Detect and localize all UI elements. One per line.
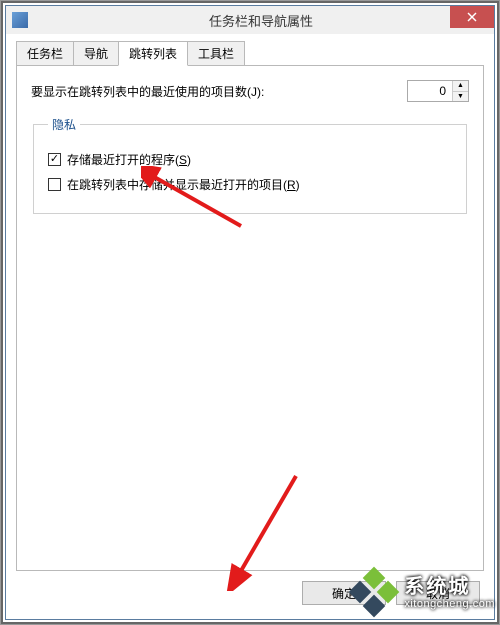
- tab-toolbars[interactable]: 工具栏: [187, 41, 245, 66]
- cancel-button[interactable]: 取消: [396, 581, 480, 605]
- dialog-window: 任务栏和导航属性 任务栏 导航 跳转列表 工具栏 要显示在跳转列表中的最近使用的…: [5, 5, 495, 620]
- store-recent-programs-checkbox[interactable]: ✓: [48, 153, 61, 166]
- tab-panel-jumplist: 要显示在跳转列表中的最近使用的项目数(J): ▲ ▼ 隐私 ✓: [16, 66, 484, 571]
- tab-navigation[interactable]: 导航: [73, 41, 119, 66]
- dialog-buttons: 确定 取消: [16, 571, 484, 609]
- store-recent-programs-label: 存储最近打开的程序(S): [67, 151, 191, 168]
- jumplist-count-label: 要显示在跳转列表中的最近使用的项目数(J):: [31, 83, 264, 100]
- store-recent-items-label: 在跳转列表中存储并显示最近打开的项目(R): [67, 176, 300, 193]
- tab-taskbar[interactable]: 任务栏: [16, 41, 74, 66]
- jumplist-count-input[interactable]: [408, 81, 452, 101]
- store-recent-items-checkbox[interactable]: [48, 178, 61, 191]
- ok-button[interactable]: 确定: [302, 581, 386, 605]
- spinner-down[interactable]: ▼: [453, 92, 468, 102]
- dialog-body: 任务栏 导航 跳转列表 工具栏 要显示在跳转列表中的最近使用的项目数(J): ▲…: [6, 34, 494, 619]
- privacy-group: 隐私 ✓ 存储最近打开的程序(S) 在跳转列表中存储并显示最近打开的项目(R): [33, 116, 467, 214]
- close-icon: [467, 12, 477, 22]
- window-title: 任务栏和导航属性: [28, 11, 494, 30]
- tab-strip: 任务栏 导航 跳转列表 工具栏: [16, 40, 484, 66]
- spinner-up[interactable]: ▲: [453, 81, 468, 92]
- tab-jumplist[interactable]: 跳转列表: [118, 41, 188, 66]
- jumplist-count-spinner[interactable]: ▲ ▼: [407, 80, 469, 102]
- titlebar: 任务栏和导航属性: [6, 6, 494, 34]
- privacy-legend: 隐私: [48, 116, 80, 133]
- app-icon: [12, 12, 28, 28]
- store-recent-programs-row[interactable]: ✓ 存储最近打开的程序(S): [48, 151, 452, 168]
- close-button[interactable]: [450, 6, 494, 28]
- store-recent-items-row[interactable]: 在跳转列表中存储并显示最近打开的项目(R): [48, 176, 452, 193]
